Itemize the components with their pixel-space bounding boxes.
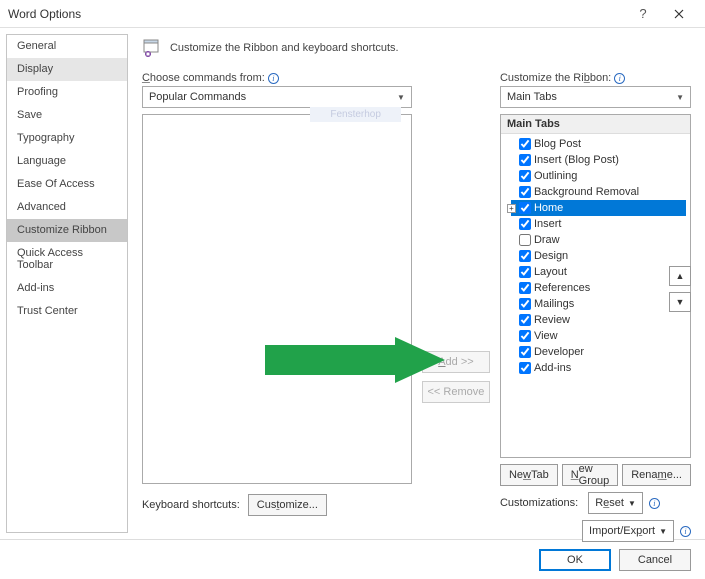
reset-label: Reset [595,497,624,509]
tab-label: Design [534,250,568,262]
close-icon [674,9,684,19]
tab-checkbox[interactable] [519,154,531,166]
window-title: Word Options [8,7,625,21]
tab-item-references[interactable]: References [511,280,686,296]
tab-label: Layout [534,266,567,278]
move-up-button[interactable]: ▲ [669,266,691,286]
tab-label: Draw [534,234,560,246]
tab-checkbox[interactable] [519,282,531,294]
tab-checkbox[interactable] [519,202,531,214]
tab-checkbox[interactable] [519,234,531,246]
tab-item-developer[interactable]: Developer [511,344,686,360]
expand-icon[interactable]: + [507,204,516,213]
sidebar-item-display[interactable]: Display [7,58,127,81]
ribbon-combo[interactable]: Main Tabs ▼ [500,86,691,108]
tabs-tree[interactable]: Main Tabs Blog Post Insert (Blog Post) Out… [500,114,691,458]
tab-label: Blog Post [534,138,581,150]
tab-checkbox[interactable] [519,298,531,310]
customize-ribbon-icon [142,38,162,58]
tab-item-add-ins[interactable]: Add-ins [511,360,686,376]
chevron-down-icon: ▼ [628,499,636,508]
customize-keyboard-button[interactable]: Customize... [248,494,327,516]
tab-item-review[interactable]: Review [511,312,686,328]
tab-label: Home [534,202,563,214]
commands-combo-value: Popular Commands [149,91,246,103]
tab-checkbox[interactable] [519,138,531,150]
info-icon[interactable]: i [680,526,691,537]
tab-checkbox[interactable] [519,362,531,374]
tab-label: Mailings [534,298,574,310]
tab-label: Insert (Blog Post) [534,154,619,166]
tab-label: Insert [534,218,562,230]
cancel-button[interactable]: Cancel [619,549,691,571]
rename-button[interactable]: Rename... [622,464,691,486]
sidebar-item-language[interactable]: Language [7,150,127,173]
sidebar-item-quick-access-toolbar[interactable]: Quick Access Toolbar [7,242,127,277]
sidebar: GeneralDisplayProofingSaveTypographyLang… [6,34,128,533]
ribbon-combo-value: Main Tabs [507,91,557,103]
tab-item-draw[interactable]: Draw [511,232,686,248]
tab-checkbox[interactable] [519,266,531,278]
tab-item-insert[interactable]: Insert [511,216,686,232]
sidebar-item-advanced[interactable]: Advanced [7,196,127,219]
commands-label: Choose commands from: [142,72,265,84]
tab-item-view[interactable]: View [511,328,686,344]
sidebar-item-add-ins[interactable]: Add-ins [7,277,127,300]
sidebar-item-save[interactable]: Save [7,104,127,127]
tab-label: View [534,330,558,342]
tab-checkbox[interactable] [519,346,531,358]
tab-checkbox[interactable] [519,186,531,198]
new-group-button[interactable]: New Group [562,464,619,486]
tab-item-background-removal[interactable]: Background Removal [511,184,686,200]
import-export-dropdown[interactable]: Import/Export ▼ [582,520,674,542]
move-down-button[interactable]: ▼ [669,292,691,312]
tab-label: Outlining [534,170,577,182]
info-icon[interactable]: i [614,73,625,84]
tab-label: Background Removal [534,186,639,198]
sidebar-item-general[interactable]: General [7,35,127,58]
sidebar-item-customize-ribbon[interactable]: Customize Ribbon [7,219,127,242]
tab-item-mailings[interactable]: Mailings [511,296,686,312]
tab-item-layout[interactable]: Layout [511,264,686,280]
tab-checkbox[interactable] [519,170,531,182]
chevron-down-icon: ▼ [659,527,667,536]
import-export-label: Import/Export [589,525,655,537]
chevron-down-icon: ▼ [397,93,405,102]
tab-item-insert-blog-post-[interactable]: Insert (Blog Post) [511,152,686,168]
info-icon[interactable]: i [268,73,279,84]
remove-button[interactable]: << Remove [422,381,490,403]
tab-item-outlining[interactable]: Outlining [511,168,686,184]
tab-label: References [534,282,590,294]
tab-checkbox[interactable] [519,330,531,342]
tab-item-home[interactable]: +Home [511,200,686,216]
tab-checkbox[interactable] [519,218,531,230]
commands-combo[interactable]: Popular Commands ▼ [142,86,412,108]
help-button[interactable]: ? [625,1,661,27]
tab-label: Developer [534,346,584,358]
sidebar-item-proofing[interactable]: Proofing [7,81,127,104]
commands-listbox[interactable]: Fensterhop [142,114,412,484]
tab-item-design[interactable]: Design [511,248,686,264]
tab-checkbox[interactable] [519,250,531,262]
sidebar-item-trust-center[interactable]: Trust Center [7,300,127,323]
watermark-text: Fensterhop [310,107,401,122]
tab-item-blog-post[interactable]: Blog Post [511,136,686,152]
ok-button[interactable]: OK [539,549,611,571]
sidebar-item-ease-of-access[interactable]: Ease Of Access [7,173,127,196]
info-icon[interactable]: i [649,498,660,509]
sidebar-item-typography[interactable]: Typography [7,127,127,150]
new-tab-button[interactable]: New Tab [500,464,558,486]
tab-label: Review [534,314,570,326]
tab-label: Add-ins [534,362,571,374]
page-heading: Customize the Ribbon and keyboard shortc… [170,42,399,54]
tabs-header: Main Tabs [501,115,690,134]
add-button[interactable]: Add >> [422,351,490,373]
chevron-down-icon: ▼ [676,93,684,102]
tab-checkbox[interactable] [519,314,531,326]
close-button[interactable] [661,1,697,27]
customizations-label: Customizations: [500,497,578,509]
reset-dropdown[interactable]: Reset ▼ [588,492,643,514]
ribbon-label: Customize the Ribbon: [500,72,611,84]
keyboard-shortcuts-label: Keyboard shortcuts: [142,499,240,511]
